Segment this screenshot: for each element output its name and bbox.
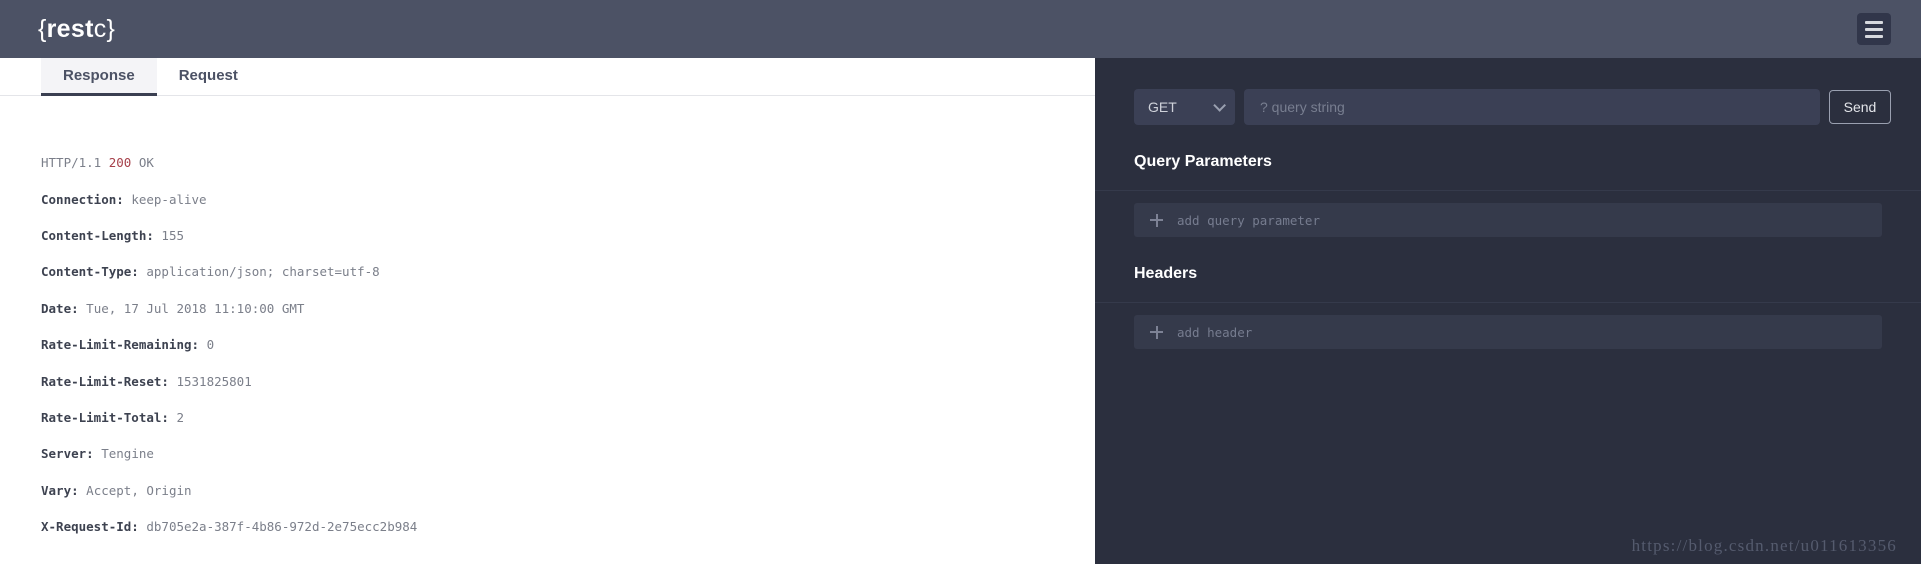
logo-rest-text: rest bbox=[46, 14, 94, 43]
header-name: Rate-Limit-Remaining: bbox=[41, 337, 200, 353]
header-value: Accept, Origin bbox=[86, 482, 192, 498]
chevron-down-icon bbox=[1213, 98, 1226, 112]
response-pane: Response Request HTTP/1.1 200 OK Connect… bbox=[0, 58, 1095, 564]
header-value: 1531825801 bbox=[176, 373, 252, 389]
tab-response-label: Response bbox=[63, 67, 135, 84]
app-window: {restc} Response Request HTTP/1.1 200 OK… bbox=[0, 0, 1921, 564]
add-query-parameter-button[interactable]: add query parameter bbox=[1134, 203, 1882, 237]
logo-c-text: c bbox=[93, 14, 107, 43]
watermark-text: https://blog.csdn.net/u011613356 bbox=[1631, 536, 1897, 555]
header-row: Date: Tue, 17 Jul 2018 11:10:00 GMT bbox=[41, 300, 1095, 318]
header-row: Rate-Limit-Total: 2 bbox=[41, 409, 1095, 427]
header-value: Tengine bbox=[101, 446, 154, 462]
header-name: Rate-Limit-Reset: bbox=[41, 373, 169, 389]
logo-open-brace: { bbox=[38, 14, 47, 43]
header-value: 155 bbox=[161, 228, 184, 244]
status-text: OK bbox=[138, 155, 154, 171]
http-method-select[interactable]: GET bbox=[1134, 89, 1235, 125]
status-protocol: HTTP/1.1 bbox=[41, 155, 102, 171]
query-parameters-divider bbox=[1095, 190, 1921, 191]
header-row: Content-Type: application/json; charset=… bbox=[41, 263, 1095, 281]
header-row: Connection: keep-alive bbox=[41, 191, 1095, 209]
header-row: Content-Length: 155 bbox=[41, 227, 1095, 245]
add-header-button[interactable]: add header bbox=[1134, 315, 1882, 349]
tab-response[interactable]: Response bbox=[41, 58, 157, 96]
header-name: X-Request-Id: bbox=[41, 519, 139, 535]
status-code: 200 bbox=[108, 155, 132, 171]
header-name: Date: bbox=[41, 300, 79, 316]
header-name: Connection: bbox=[41, 191, 124, 207]
status-line: HTTP/1.1 200 OK bbox=[41, 154, 1095, 172]
add-header-label: add header bbox=[1177, 324, 1253, 340]
tab-request-label: Request bbox=[178, 67, 238, 84]
header-name: Content-Length: bbox=[41, 228, 154, 244]
plus-icon bbox=[1150, 213, 1163, 227]
app-logo: {restc} bbox=[38, 15, 115, 44]
header-name: Vary: bbox=[41, 482, 79, 498]
send-button[interactable]: Send bbox=[1829, 90, 1891, 124]
menu-bar-1 bbox=[1865, 20, 1883, 24]
header-value: application/json; charset=utf-8 bbox=[146, 264, 380, 280]
header-value: db705e2a-387f-4b86-972d-2e75ecc2b984 bbox=[146, 519, 418, 535]
header-row: Server: Tengine bbox=[41, 445, 1095, 463]
header-name: Server: bbox=[41, 446, 94, 462]
header-row: Rate-Limit-Reset: 1531825801 bbox=[41, 373, 1095, 391]
query-parameters-title: Query Parameters bbox=[1134, 153, 1272, 170]
query-string-input[interactable] bbox=[1244, 89, 1820, 125]
plus-icon bbox=[1150, 325, 1163, 339]
request-pane: GET Send Query Parameters add query para… bbox=[1095, 58, 1921, 564]
response-content: HTTP/1.1 200 OK Connection: keep-alive C… bbox=[0, 96, 1095, 564]
header-row: Rate-Limit-Remaining: 0 bbox=[41, 336, 1095, 354]
header-row: Vary: Accept, Origin bbox=[41, 482, 1095, 500]
tab-request[interactable]: Request bbox=[157, 58, 260, 96]
headers-divider bbox=[1095, 302, 1921, 303]
request-url-row: GET Send bbox=[1095, 58, 1921, 125]
header-name: Rate-Limit-Total: bbox=[41, 410, 169, 426]
hamburger-menu-icon[interactable] bbox=[1857, 13, 1891, 45]
menu-bar-3 bbox=[1865, 34, 1883, 38]
header-name: Content-Type: bbox=[41, 264, 139, 280]
add-query-parameter-label: add query parameter bbox=[1177, 212, 1320, 228]
header-value: keep-alive bbox=[131, 191, 207, 207]
header-row: X-Request-Id: db705e2a-387f-4b86-972d-2e… bbox=[41, 518, 1095, 536]
http-method-value: GET bbox=[1148, 99, 1177, 115]
headers-title: Headers bbox=[1134, 265, 1198, 282]
header-value: 0 bbox=[206, 337, 215, 353]
header-value: Tue, 17 Jul 2018 11:10:00 GMT bbox=[86, 300, 305, 316]
menu-bar-2 bbox=[1865, 27, 1883, 31]
logo-close-brace: } bbox=[106, 14, 116, 43]
pane-tabs: Response Request bbox=[0, 58, 1095, 96]
top-bar: {restc} bbox=[0, 0, 1921, 58]
header-value: 2 bbox=[176, 410, 184, 426]
